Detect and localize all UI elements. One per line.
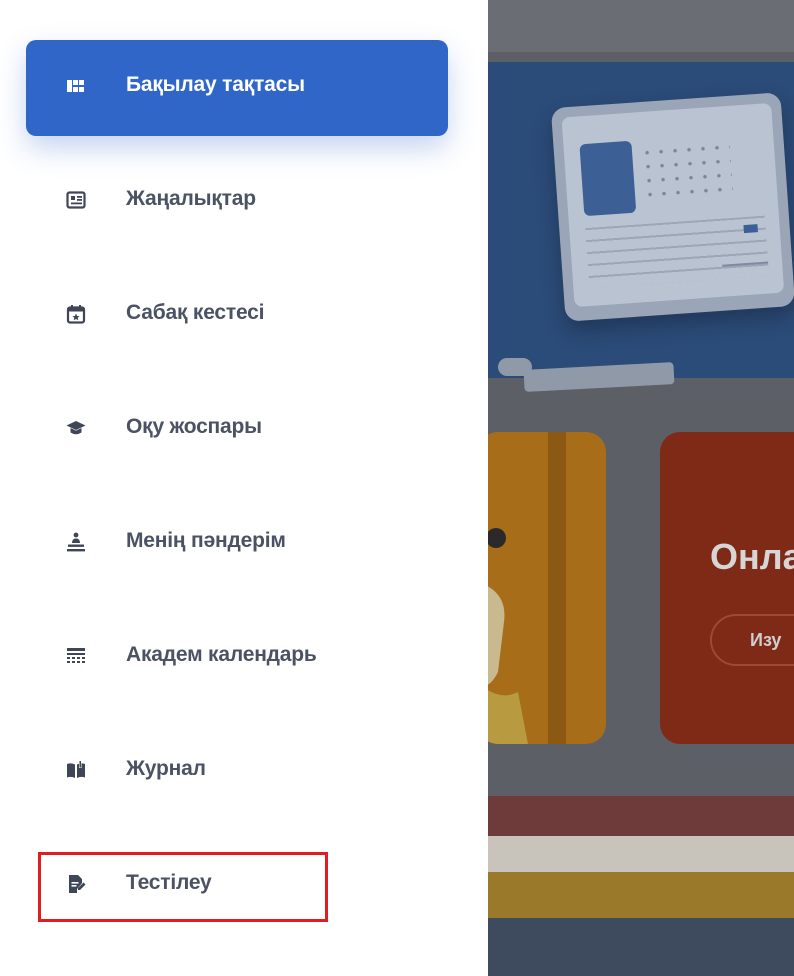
background-page: Онла Изу (488, 0, 794, 976)
promo-button-label: Изу (750, 630, 782, 650)
promo-card-red: Онла Изу (660, 432, 794, 744)
keyboard-illustration (523, 362, 675, 392)
calendar-star-icon (66, 305, 86, 324)
books-image (488, 796, 794, 976)
book-pages (488, 836, 794, 872)
hero-banner (488, 62, 794, 392)
book-red (488, 796, 794, 836)
sidebar-item-academic-calendar[interactable]: Академ календарь (26, 610, 448, 706)
promo-card-yellow (488, 432, 606, 744)
open-book-icon (67, 761, 85, 778)
background-topbar (488, 0, 794, 52)
monitor-screen (561, 102, 785, 308)
sidebar-item-label: Бақылау тақтасы (126, 73, 305, 96)
sidebar-item-label: Журнал (126, 757, 206, 780)
sidebar-item-news[interactable]: Жаңалықтар (26, 154, 448, 250)
promo-title: Онла (710, 536, 794, 577)
sidebar-item-label: Сабақ кестесі (126, 301, 265, 324)
monitor-dots (639, 139, 734, 207)
sidebar-item-schedule[interactable]: Сабақ кестесі (26, 268, 448, 364)
sidebar-item-label: Менің пәндерім (126, 529, 286, 552)
book-blue (488, 918, 794, 976)
promo-button: Изу (710, 614, 794, 666)
sidebar-item-label: Жаңалықтар (126, 187, 256, 210)
sidebar-item-label: Оқу жоспары (126, 415, 262, 438)
sidebar-drawer: Бақылау тақтасы Жаңалықтар Сабақ кестесі… (0, 0, 488, 976)
person-at-desk-icon (67, 532, 85, 552)
sidebar-item-study-plan[interactable]: Оқу жоспары (26, 382, 448, 478)
monitor-illustration (550, 92, 794, 322)
calendar-grid-icon (67, 648, 85, 663)
dashboard-icon (67, 80, 84, 92)
newspaper-icon (66, 191, 86, 209)
monitor-profile-card (579, 140, 637, 217)
student-illustration (488, 528, 528, 744)
sidebar-item-dashboard[interactable]: Бақылау тақтасы (26, 40, 448, 136)
sidebar-item-journal[interactable]: Журнал (26, 724, 448, 820)
monitor-chart-bar (743, 224, 758, 234)
book-yellow (488, 872, 794, 918)
highlight-annotation-box (38, 852, 328, 922)
graduation-cap-icon (66, 421, 86, 435)
sidebar-item-my-subjects[interactable]: Менің пәндерім (26, 496, 448, 592)
sidebar-item-label: Академ календарь (126, 643, 317, 666)
